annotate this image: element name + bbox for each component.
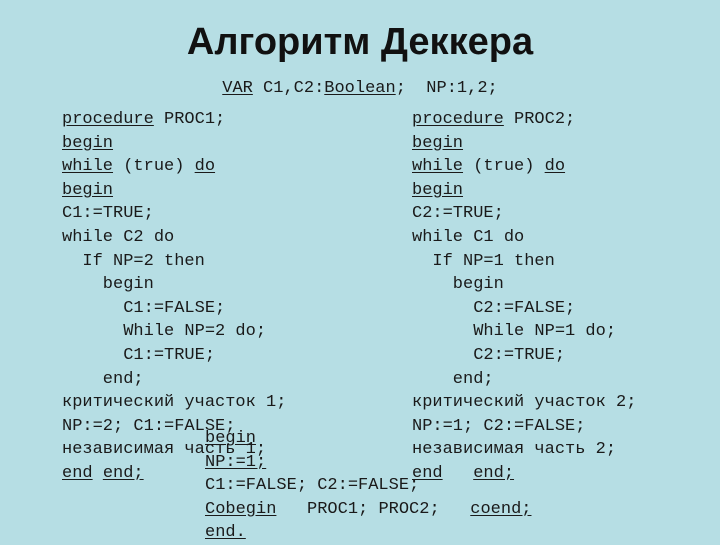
- code-line: procedure PROC1;: [62, 108, 286, 132]
- code-token: C2:=TRUE;: [412, 345, 566, 365]
- keyword-token: NP:=1;: [205, 452, 267, 472]
- code-line: критический участок 2;: [412, 391, 636, 415]
- code-line: while C2 do: [62, 226, 286, 250]
- code-token: begin: [412, 275, 504, 295]
- code-token: PROC1; PROC2;: [276, 499, 471, 519]
- keyword-token: end: [62, 463, 93, 483]
- code-line: end;: [62, 368, 286, 392]
- code-token: (true): [113, 157, 195, 177]
- code-line: C2:=TRUE;: [412, 344, 636, 368]
- code-line: begin: [62, 273, 286, 297]
- keyword-token: Cobegin: [205, 499, 277, 519]
- keyword-token: begin: [62, 133, 114, 153]
- code-line: критический участок 1;: [62, 391, 286, 415]
- code-token: C2:=FALSE;: [412, 298, 576, 318]
- keyword-token: while: [412, 157, 464, 177]
- code-line: C1:=TRUE;: [62, 202, 286, 226]
- keyword-token: coend;: [470, 499, 532, 519]
- code-token: If NP=2 then: [62, 251, 205, 271]
- page-title: Алгоритм Деккера: [186, 21, 534, 63]
- code-line: while (true) do: [62, 155, 286, 179]
- keyword-token: do: [544, 157, 566, 177]
- code-token: критический участок 1;: [62, 393, 287, 413]
- code-token: end;: [62, 369, 144, 389]
- code-token: while C2 do: [62, 227, 175, 247]
- keyword-token: procedure: [62, 110, 154, 129]
- code-line: While NP=1 do;: [412, 320, 636, 344]
- code-token: While NP=1 do;: [412, 322, 617, 342]
- code-line: C1:=TRUE;: [62, 344, 286, 368]
- code-line: procedure PROC2;: [412, 108, 636, 132]
- code-line: begin: [412, 273, 636, 297]
- code-line: begin: [412, 132, 636, 156]
- code-token: begin: [62, 275, 154, 295]
- keyword-token: begin: [205, 429, 257, 448]
- code-token: While NP=2 do;: [62, 322, 267, 342]
- code-line: end.: [205, 521, 531, 545]
- keyword-token: VAR: [222, 79, 253, 98]
- keyword-token: Boolean: [324, 79, 396, 98]
- code-line: While NP=2 do;: [62, 320, 286, 344]
- code-token: ; NP:1,2;: [395, 79, 498, 98]
- code-token: C1,C2:: [252, 79, 325, 98]
- code-token: PROC1;: [153, 110, 226, 129]
- code-token: C1:=TRUE;: [62, 345, 216, 365]
- code-line: end;: [412, 368, 636, 392]
- code-line: C2:=TRUE;: [412, 202, 636, 226]
- code-block-main: begin NP:=1; C1:=FALSE; C2:=FALSE; Cobegin …: [205, 427, 531, 545]
- code-line: If NP=2 then: [62, 250, 286, 274]
- variable-declaration-line: VAR C1,C2:Boolean; NP:1,2;: [0, 79, 720, 99]
- code-token: PROC2;: [503, 110, 576, 129]
- code-line: begin: [205, 427, 531, 451]
- keyword-token: while: [62, 157, 114, 177]
- code-line: NP:=1;: [205, 451, 531, 475]
- code-token: C1:=FALSE; C2:=FALSE;: [205, 476, 420, 496]
- keyword-token: procedure: [412, 110, 504, 129]
- code-line: begin: [62, 132, 286, 156]
- code-token: C2:=TRUE;: [412, 204, 504, 224]
- code-token: while C1 do: [412, 227, 525, 247]
- slide-canvas: Алгоритм Деккера VAR C1,C2:Boolean; NP:1…: [0, 0, 720, 542]
- code-token: (true): [463, 157, 545, 177]
- code-line: C1:=FALSE;: [62, 297, 286, 321]
- keyword-token: begin: [412, 133, 464, 153]
- code-line: begin: [412, 179, 636, 203]
- code-line: Cobegin PROC1; PROC2; coend;: [205, 498, 531, 522]
- code-line: while C1 do: [412, 226, 636, 250]
- code-line: while (true) do: [412, 155, 636, 179]
- code-token: end;: [412, 369, 494, 389]
- code-line: If NP=1 then: [412, 250, 636, 274]
- code-line: C1:=FALSE; C2:=FALSE;: [205, 474, 531, 498]
- code-line: begin: [62, 179, 286, 203]
- code-token: C1:=FALSE;: [62, 298, 226, 318]
- keyword-token: end;: [102, 463, 144, 483]
- keyword-token: begin: [412, 180, 464, 200]
- code-token: If NP=1 then: [412, 251, 555, 271]
- keyword-token: begin: [62, 180, 114, 200]
- code-line: C2:=FALSE;: [412, 297, 636, 321]
- keyword-token: do: [194, 157, 216, 177]
- code-token: критический участок 2;: [412, 393, 637, 413]
- code-token: C1:=TRUE;: [62, 204, 154, 224]
